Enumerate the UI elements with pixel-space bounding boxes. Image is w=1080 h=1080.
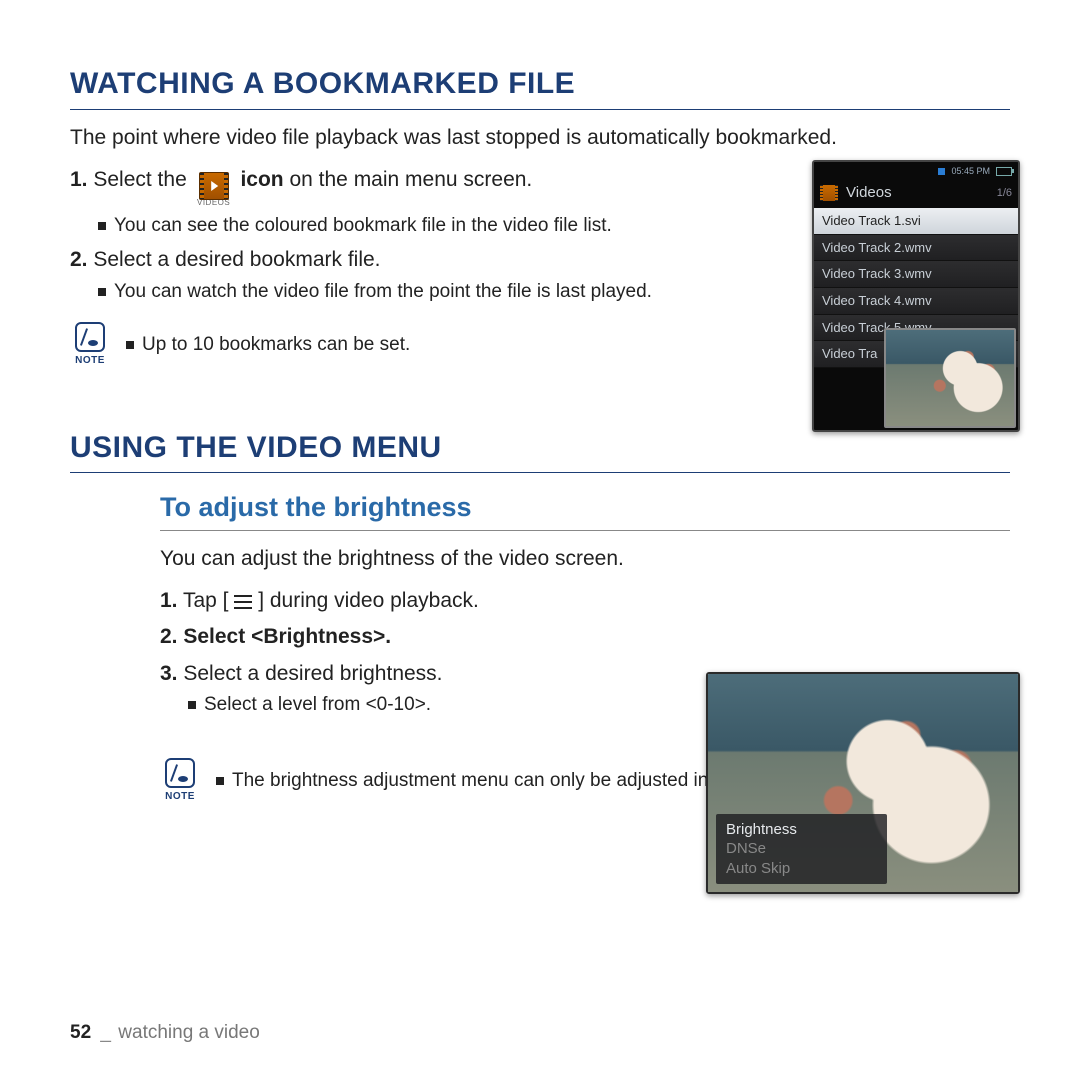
section1-title: WATCHING A BOOKMARKED FILE	[70, 64, 1010, 105]
step-b1: 1. Tap [ ] during video playback.	[160, 587, 680, 615]
note-block-1: NOTE Up to 10 bookmarks can be set.	[70, 322, 770, 368]
step2-text: Select a desired bookmark file.	[93, 248, 380, 271]
list-item[interactable]: Video Track 1.svi	[814, 208, 1018, 235]
stepb3-text: Select a desired brightness.	[183, 662, 442, 685]
menu-option[interactable]: DNSe	[726, 839, 797, 859]
step-2: 2. Select a desired bookmark file.	[70, 246, 770, 274]
note-label: NOTE	[165, 790, 195, 804]
battery-icon	[996, 167, 1012, 176]
stepb2-text: Select <Brightness>.	[183, 625, 391, 648]
subtitle-rule	[160, 530, 1010, 531]
note-text-1: Up to 10 bookmarks can be set.	[126, 332, 410, 358]
section1-intro: The point where video file playback was …	[70, 124, 1010, 152]
footer-section: watching a video	[118, 1022, 260, 1043]
list-item[interactable]: Video Track 2.wmv	[814, 235, 1018, 262]
note-label: NOTE	[75, 354, 105, 368]
list-item[interactable]: Video Track 3.wmv	[814, 261, 1018, 288]
device-video-playback: Brightness DNSe Auto Skip	[706, 672, 1020, 894]
step2-sub: You can watch the video file from the po…	[98, 279, 770, 305]
title-rule	[70, 109, 1010, 110]
stepb3-sub: Select a level from <0-10>.	[188, 692, 680, 718]
videos-icon	[199, 172, 229, 200]
status-time: 05:45 PM	[951, 165, 990, 177]
footer-separator: _	[100, 1022, 111, 1043]
page-number: 52	[70, 1022, 91, 1043]
videos-icon	[820, 185, 838, 201]
step2-number: 2.	[70, 248, 88, 271]
step1-post: on the main menu screen.	[289, 168, 532, 191]
page-footer: 52 _ watching a video	[70, 1020, 260, 1046]
note-icon	[165, 758, 195, 788]
title-rule-2	[70, 472, 1010, 473]
step-b3: 3. Select a desired brightness.	[160, 660, 680, 688]
step1-pre: Select the	[93, 168, 186, 191]
menu-option[interactable]: Brightness	[726, 820, 797, 840]
device-videos-list: 05:45 PM Videos 1/6 Video Track 1.svi Vi…	[812, 160, 1020, 432]
stepb2-number: 2.	[160, 625, 178, 648]
stepb1-number: 1.	[160, 589, 178, 612]
device1-count: 1/6	[997, 186, 1012, 201]
device1-title: Videos	[846, 183, 892, 203]
section2-subtitle: To adjust the brightness	[160, 489, 1010, 525]
step1-bold: icon	[240, 168, 283, 191]
video-menu-overlay: Brightness DNSe Auto Skip	[716, 814, 887, 885]
section2-intro: You can adjust the brightness of the vid…	[160, 545, 1010, 573]
step1-sub: You can see the coloured bookmark file i…	[98, 213, 770, 239]
bookmark-indicator-icon	[938, 168, 945, 175]
list-item[interactable]: Video Track 4.wmv	[814, 288, 1018, 315]
stepb3-number: 3.	[160, 662, 178, 685]
step-b2: 2. Select <Brightness>.	[160, 623, 680, 651]
menu-option[interactable]: Auto Skip	[726, 859, 797, 879]
menu-icon	[234, 595, 252, 609]
step1-number: 1.	[70, 168, 88, 191]
stepb1-pre: Tap [	[183, 589, 229, 612]
note-icon	[75, 322, 105, 352]
stepb1-post: ] during video playback.	[258, 589, 479, 612]
section2-title: USING THE VIDEO MENU	[70, 428, 1010, 469]
step-1: 1. Select the VIDEOS icon on the main me…	[70, 166, 770, 209]
video-thumbnail	[884, 328, 1016, 428]
